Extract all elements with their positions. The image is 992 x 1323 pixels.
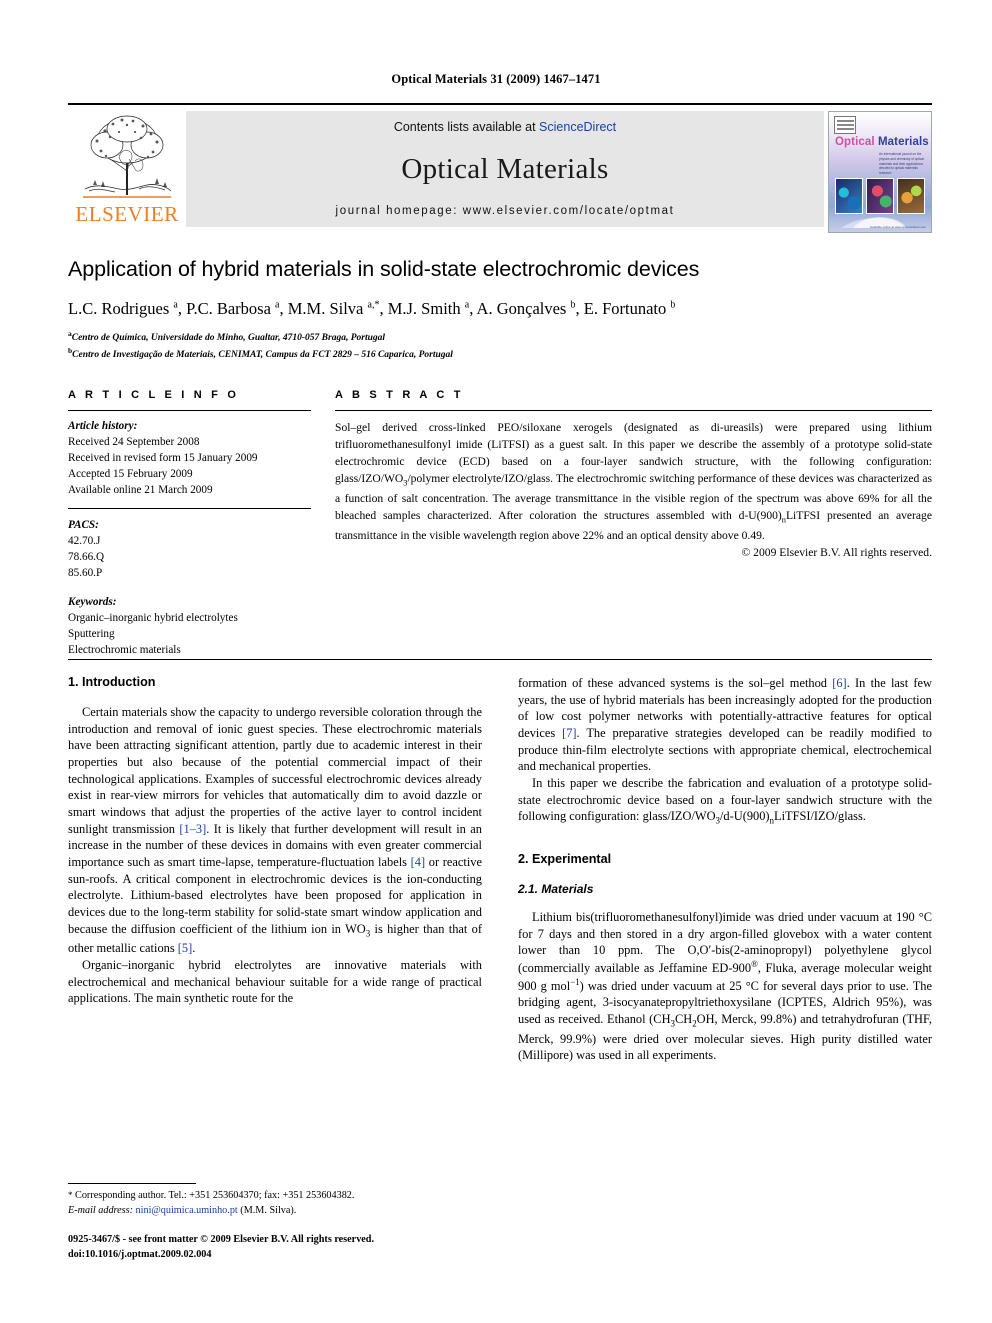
page-title: Application of hybrid materials in solid… xyxy=(68,257,700,281)
journal-cover-thumbnail: Optical Materials An international journ… xyxy=(828,111,932,233)
elsevier-tree-icon xyxy=(75,111,179,203)
cover-subtitle: An international journal on the physics … xyxy=(879,152,924,176)
pacs-item: 85.60.P xyxy=(68,566,103,579)
page-footer: 0925-3467/$ - see front matter © 2009 El… xyxy=(68,1233,498,1263)
body-column-left: 1. Introduction Certain materials show t… xyxy=(68,675,482,1064)
article-info-heading: A R T I C L E I N F O xyxy=(68,389,240,402)
email-address-label: E-mail address: xyxy=(68,1204,133,1216)
intro-paragraph-2-cont: formation of these advanced systems is t… xyxy=(518,676,933,774)
email-address-link[interactable]: nini@quimica.uminho.pt xyxy=(136,1205,238,1216)
history-label: Article history: xyxy=(68,420,138,433)
keyword-item: Organic–inorganic hybrid electrolytes xyxy=(68,612,238,625)
affiliation-a: aCentro de Química, Universidade do Minh… xyxy=(68,329,932,346)
doi-line[interactable]: doi:10.1016/j.optmat.2009.02.004 xyxy=(68,1248,498,1263)
cover-title: Optical Materials xyxy=(835,136,929,148)
cover-footer-text: Available online at www.sciencedirect.co… xyxy=(869,225,926,229)
info-abstract-row: A R T I C L E I N F O Article history: R… xyxy=(68,389,932,659)
journal-masthead: ELSEVIER Contents lists available at Sci… xyxy=(68,103,932,233)
cover-title-part1: Optical xyxy=(835,136,878,148)
pacs-item: 42.70.J xyxy=(68,534,101,547)
subsection-heading-materials: 2.1. Materials xyxy=(518,881,594,896)
footnote-contact-text: Corresponding author. Tel.: +351 2536043… xyxy=(75,1190,355,1201)
keyword-item: Electrochromic materials xyxy=(68,644,181,657)
affiliation-text-b: Centro de Investigação de Materiais, CEN… xyxy=(72,350,453,361)
section-heading-experimental: 2. Experimental xyxy=(518,851,612,866)
intro-paragraph-1: Certain materials show the capacity to u… xyxy=(68,705,482,956)
materials-paragraph-1: Lithium bis(trifluoromethanesulfonyl)imi… xyxy=(518,909,933,1063)
history-item: Accepted 15 February 2009 xyxy=(68,467,193,480)
article-page: Optical Materials 31 (2009) 1467–1471 EL… xyxy=(0,0,992,1323)
email-owner: (M.M. Silva). xyxy=(240,1204,297,1216)
article-info-body: Article history: Received 24 September 2… xyxy=(68,411,311,659)
affiliation-text-a: Centro de Química, Universidade do Minho… xyxy=(71,333,386,344)
cover-swirl-graphic xyxy=(829,188,931,228)
contents-available-line: Contents lists available at ScienceDirec… xyxy=(394,120,616,134)
keyword-item: Sputtering xyxy=(68,628,115,641)
intro-paragraph-2: Organic–inorganic hybrid electrolytes ar… xyxy=(68,957,482,1006)
pacs-label: PACS: xyxy=(68,518,99,531)
journal-homepage-line[interactable]: journal homepage: www.elsevier.com/locat… xyxy=(336,205,675,217)
abstract-column: A B S T R A C T Sol–gel derived cross-li… xyxy=(335,389,932,659)
cover-title-part2: Materials xyxy=(877,136,929,148)
intro-paragraph-3: In this paper we describe the fabricatio… xyxy=(518,776,932,826)
title-block: Application of hybrid materials in solid… xyxy=(68,257,932,363)
contents-prefix: Contents lists available at xyxy=(393,120,540,134)
body-columns: 1. Introduction Certain materials show t… xyxy=(68,659,932,1064)
footnote-star-marker: * xyxy=(68,1190,73,1200)
abstract-heading: A B S T R A C T xyxy=(335,389,464,402)
history-item: Received 24 September 2008 xyxy=(68,436,200,449)
elsevier-logo: ELSEVIER xyxy=(68,111,186,227)
corresponding-author-footnote: * Corresponding author. Tel.: +351 25360… xyxy=(68,1183,482,1219)
history-item: Received in revised form 15 January 2009 xyxy=(68,452,258,465)
issn-copyright-line: 0925-3467/$ - see front matter © 2009 El… xyxy=(68,1234,375,1245)
elsevier-wordmark: ELSEVIER xyxy=(75,202,179,226)
article-info-column: A R T I C L E I N F O Article history: R… xyxy=(68,389,311,659)
abstract-copyright: © 2009 Elsevier B.V. All rights reserved… xyxy=(741,545,932,559)
keywords-label: Keywords: xyxy=(68,596,117,609)
article-info-mid-rule: PACS: 42.70.J 78.66.Q 85.60.P Keywords: … xyxy=(68,507,311,659)
section-heading-introduction: 1. Introduction xyxy=(68,675,156,690)
footnote-line-1: * Corresponding author. Tel.: +351 25360… xyxy=(68,1189,482,1204)
sciencedirect-link[interactable]: ScienceDirect xyxy=(539,120,616,134)
pacs-item: 78.66.Q xyxy=(68,550,105,563)
footnote-line-2: E-mail address: nini@quimica.uminho.pt (… xyxy=(68,1204,482,1219)
cover-logo-icon xyxy=(834,116,856,134)
running-head: Optical Materials 31 (2009) 1467–1471 xyxy=(391,72,601,86)
author-list: L.C. Rodrigues a, P.C. Barbosa a, M.M. S… xyxy=(68,298,676,318)
abstract-body: Sol–gel derived cross-linked PEO/siloxan… xyxy=(335,421,932,542)
journal-title: Optical Materials xyxy=(401,153,609,185)
affiliation-b: bCentro de Investigação de Materiais, CE… xyxy=(68,346,932,363)
journal-band: Contents lists available at ScienceDirec… xyxy=(186,111,824,227)
history-item: Available online 21 March 2009 xyxy=(68,483,213,496)
body-column-right: formation of these advanced systems is t… xyxy=(518,675,932,1064)
